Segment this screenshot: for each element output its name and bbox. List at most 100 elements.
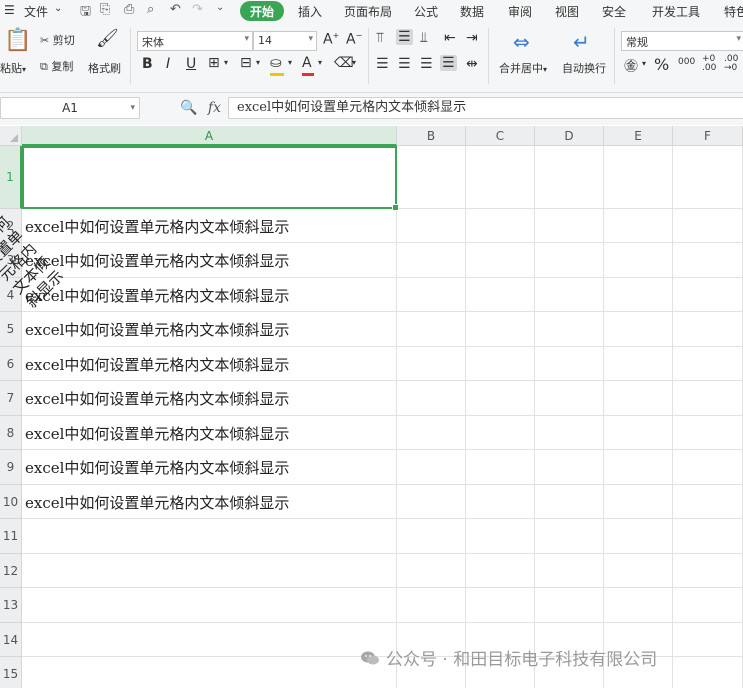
- tab-security[interactable]: 安全: [602, 3, 626, 20]
- save-icon[interactable]: 🖫: [80, 2, 91, 24]
- tab-insert[interactable]: 插入: [298, 3, 322, 20]
- undo-icon[interactable]: ↶: [170, 2, 181, 17]
- row-header-8[interactable]: 8: [0, 416, 22, 450]
- clear-format-icon[interactable]: ⌫: [334, 55, 354, 71]
- align-bottom-icon[interactable]: ⫫: [420, 30, 428, 46]
- tab-view[interactable]: 视图: [555, 3, 579, 20]
- row-header-7[interactable]: 7: [0, 381, 22, 416]
- column-header-a[interactable]: A: [22, 126, 397, 146]
- chevron-down-icon[interactable]: ▾: [352, 58, 356, 67]
- increase-font-icon[interactable]: A+: [323, 31, 339, 48]
- chevron-down-icon[interactable]: ▾: [256, 58, 260, 67]
- decrease-indent-icon[interactable]: ⇤: [444, 30, 456, 46]
- font-name-select[interactable]: 宋体 ▾: [137, 31, 253, 51]
- increase-indent-icon[interactable]: ⇥: [466, 30, 478, 46]
- quick-access-more-icon[interactable]: ⌄: [216, 2, 224, 13]
- row-header-14[interactable]: 14: [0, 623, 22, 657]
- column-header-e[interactable]: E: [604, 126, 673, 146]
- distributed-icon[interactable]: ⇹: [466, 56, 478, 72]
- chevron-down-icon: ▾: [130, 103, 135, 113]
- italic-button[interactable]: I: [166, 56, 170, 72]
- redo-icon[interactable]: ↷: [192, 2, 203, 17]
- insert-function-button[interactable]: fx: [208, 100, 221, 116]
- percent-button[interactable]: %: [654, 55, 669, 74]
- merge-center-button[interactable]: 合并居中▾: [499, 60, 547, 76]
- underline-button[interactable]: U: [186, 56, 196, 72]
- row-header-13[interactable]: 13: [0, 588, 22, 623]
- row-header-5[interactable]: 5: [0, 312, 22, 347]
- chevron-down-icon[interactable]: ▾: [224, 58, 228, 67]
- fill-color-icon[interactable]: ⛀: [270, 55, 284, 76]
- align-right-icon[interactable]: ☰: [420, 56, 433, 72]
- justify-icon[interactable]: ☰: [440, 55, 457, 71]
- row-header-12[interactable]: 12: [0, 554, 22, 588]
- row-header-11[interactable]: 11: [0, 519, 22, 554]
- export-pdf-icon[interactable]: ⎘: [100, 2, 110, 17]
- number-format-select[interactable]: 常规 ▾: [621, 31, 743, 51]
- paste-button[interactable]: 粘贴▾: [0, 60, 26, 76]
- cell-a2[interactable]: excel中如何设置单元格内文本倾斜显示: [22, 209, 399, 243]
- row-header-6[interactable]: 6: [0, 347, 22, 381]
- row-header-15[interactable]: 15: [0, 657, 22, 688]
- cell-a8[interactable]: excel中如何设置单元格内文本倾斜显示: [22, 416, 399, 450]
- bold-button[interactable]: B: [142, 56, 153, 72]
- hamburger-icon[interactable]: ☰: [4, 3, 15, 17]
- row-header-10[interactable]: 10: [0, 485, 22, 519]
- tab-formulas[interactable]: 公式: [414, 3, 438, 20]
- column-header-b[interactable]: B: [397, 126, 466, 146]
- cell-a9[interactable]: excel中如何设置单元格内文本倾斜显示: [22, 450, 399, 485]
- cell-a10[interactable]: excel中如何设置单元格内文本倾斜显示: [22, 485, 399, 519]
- format-painter-button[interactable]: 格式刷: [88, 60, 121, 76]
- column-header-d[interactable]: D: [535, 126, 604, 146]
- column-header-f[interactable]: F: [673, 126, 743, 146]
- copy-button[interactable]: ⧉ 复制: [40, 58, 73, 74]
- formula-input[interactable]: excel中如何设置单元格内文本倾斜显示: [228, 97, 743, 119]
- row-header-1[interactable]: 1: [0, 146, 22, 209]
- align-top-icon[interactable]: ⫪: [376, 30, 384, 46]
- tab-data[interactable]: 数据: [460, 3, 484, 20]
- column-header-c[interactable]: C: [466, 126, 535, 146]
- grid-line: [465, 146, 466, 688]
- format-painter-icon[interactable]: 🖌: [96, 28, 119, 49]
- file-menu[interactable]: 文件: [24, 3, 48, 20]
- cell-format-icon[interactable]: ⊟: [240, 55, 252, 71]
- tab-developer[interactable]: 开发工具: [652, 3, 700, 20]
- cell-a6[interactable]: excel中如何设置单元格内文本倾斜显示: [22, 347, 399, 381]
- decrease-font-icon[interactable]: A−: [346, 31, 362, 48]
- file-menu-chevron-icon[interactable]: ⌄: [54, 3, 62, 14]
- cell-a4[interactable]: excel中如何设置单元格内文本倾斜显示: [22, 278, 399, 312]
- decrease-decimal-icon[interactable]: .00 →0: [724, 55, 738, 73]
- ribbon-divider: [488, 28, 489, 84]
- chevron-down-icon[interactable]: ▾: [318, 58, 322, 67]
- merge-center-icon[interactable]: ⇔: [513, 30, 530, 54]
- tab-review[interactable]: 审阅: [508, 3, 532, 20]
- row-header-9[interactable]: 9: [0, 450, 22, 485]
- tab-special[interactable]: 特色: [724, 3, 743, 20]
- align-left-icon[interactable]: ☰: [376, 56, 389, 72]
- cut-button[interactable]: ✂ 剪切: [40, 32, 75, 48]
- chevron-down-icon[interactable]: ▾: [642, 59, 646, 68]
- increase-decimal-icon[interactable]: +0.00: [702, 55, 716, 73]
- wrap-text-icon[interactable]: ↵: [573, 30, 590, 54]
- zoom-search-icon[interactable]: 🔍: [180, 100, 197, 116]
- paste-icon[interactable]: 📋: [4, 28, 31, 53]
- wrap-text-button[interactable]: 自动换行: [562, 60, 606, 76]
- currency-icon[interactable]: ㊎: [624, 56, 638, 76]
- chevron-down-icon[interactable]: ▾: [288, 58, 292, 67]
- align-middle-icon[interactable]: ☰: [396, 29, 413, 45]
- cell-a3[interactable]: excel中如何设置单元格内文本倾斜显示: [22, 243, 399, 278]
- name-box[interactable]: A1 ▾: [0, 97, 140, 119]
- font-color-icon[interactable]: A: [302, 55, 314, 76]
- print-preview-icon[interactable]: ⌕: [147, 2, 154, 17]
- print-icon[interactable]: ⎙: [124, 2, 134, 17]
- cell-a7[interactable]: excel中如何设置单元格内文本倾斜显示: [22, 381, 399, 416]
- borders-icon[interactable]: ⊞: [208, 55, 220, 71]
- align-center-icon[interactable]: ☰: [398, 56, 411, 72]
- font-size-select[interactable]: 14 ▾: [253, 31, 317, 51]
- tab-home[interactable]: 开始: [240, 1, 284, 21]
- select-all-button[interactable]: [0, 126, 22, 146]
- thousands-separator-icon[interactable]: 000: [678, 57, 695, 67]
- cell-a5[interactable]: excel中如何设置单元格内文本倾斜显示: [22, 312, 399, 347]
- active-cell-a1[interactable]: [22, 146, 399, 211]
- tab-page-layout[interactable]: 页面布局: [344, 3, 392, 20]
